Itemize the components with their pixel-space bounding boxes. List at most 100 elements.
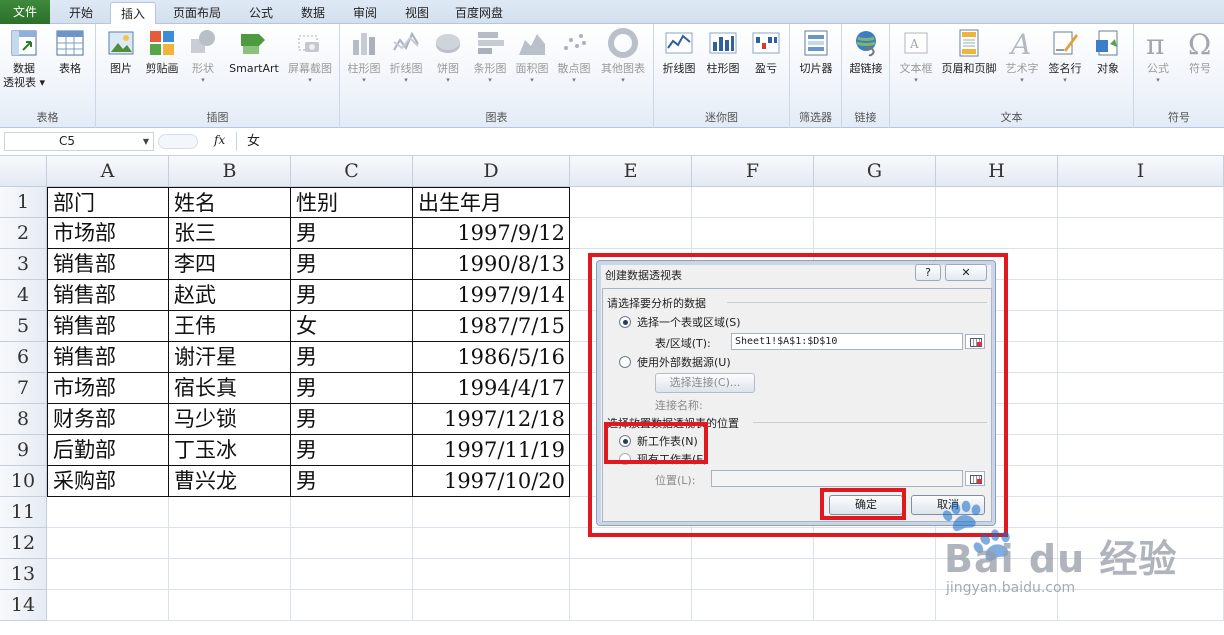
- cell-b12[interactable]: [169, 528, 291, 559]
- row-header-14[interactable]: 14: [0, 590, 47, 621]
- cell-g1[interactable]: [814, 187, 936, 218]
- wordart-button[interactable]: A 艺术字 ▾: [1002, 28, 1042, 84]
- cell-f14[interactable]: [692, 590, 814, 621]
- insert-function-icon[interactable]: fx: [214, 133, 225, 147]
- cell-i8[interactable]: [1058, 404, 1224, 435]
- cell-e14[interactable]: [570, 590, 692, 621]
- table-button[interactable]: 表格: [50, 28, 90, 76]
- cell-b9[interactable]: 丁玉冰: [169, 435, 291, 466]
- column-header-c[interactable]: C: [291, 156, 413, 187]
- cell-f1[interactable]: [692, 187, 814, 218]
- row-header-12[interactable]: 12: [0, 528, 47, 559]
- header-footer-button[interactable]: 页眉和页脚: [938, 28, 1000, 76]
- cell-c13[interactable]: [291, 559, 413, 590]
- cell-c11[interactable]: [291, 497, 413, 528]
- symbol-button[interactable]: Ω 符号: [1180, 28, 1220, 76]
- radio-external-source[interactable]: [619, 356, 631, 368]
- close-button[interactable]: ✕: [945, 264, 987, 281]
- cell-d1[interactable]: 出生年月: [413, 187, 570, 218]
- cell-a8[interactable]: 财务部: [47, 404, 169, 435]
- cell-c7[interactable]: 男: [291, 373, 413, 404]
- row-header-13[interactable]: 13: [0, 559, 47, 590]
- row-header-9[interactable]: 9: [0, 435, 47, 466]
- tab-review[interactable]: 审阅: [342, 2, 388, 24]
- cell-a13[interactable]: [47, 559, 169, 590]
- row-header-11[interactable]: 11: [0, 497, 47, 528]
- cell-b14[interactable]: [169, 590, 291, 621]
- cell-c3[interactable]: 男: [291, 249, 413, 280]
- area-chart-button[interactable]: 面积图 ▾: [512, 28, 552, 84]
- cell-d3[interactable]: 1990/8/13: [413, 249, 570, 280]
- row-header-4[interactable]: 4: [0, 280, 47, 311]
- column-header-d[interactable]: D: [413, 156, 570, 187]
- cell-c2[interactable]: 男: [291, 218, 413, 249]
- sparkline-column-button[interactable]: 柱形图: [702, 28, 744, 76]
- cell-b5[interactable]: 王伟: [169, 311, 291, 342]
- choose-connection-button[interactable]: 选择连接(C)...: [655, 373, 755, 393]
- tab-insert[interactable]: 插入: [110, 2, 156, 25]
- column-header-b[interactable]: B: [169, 156, 291, 187]
- row-header-1[interactable]: 1: [0, 187, 47, 218]
- cell-b3[interactable]: 李四: [169, 249, 291, 280]
- cell-i5[interactable]: [1058, 311, 1224, 342]
- location-input[interactable]: [711, 470, 963, 487]
- help-button[interactable]: ?: [915, 264, 941, 281]
- cell-i9[interactable]: [1058, 435, 1224, 466]
- column-chart-button[interactable]: 柱形图 ▾: [344, 28, 384, 84]
- cell-a1[interactable]: 部门: [47, 187, 169, 218]
- cell-i6[interactable]: [1058, 342, 1224, 373]
- sparkline-winloss-button[interactable]: 盈亏: [746, 28, 786, 76]
- name-box[interactable]: C5 ▼: [4, 132, 154, 151]
- cell-d6[interactable]: 1986/5/16: [413, 342, 570, 373]
- cell-d14[interactable]: [413, 590, 570, 621]
- chevron-down-icon[interactable]: ▼: [143, 133, 149, 150]
- column-header-e[interactable]: E: [570, 156, 692, 187]
- slicer-button[interactable]: 切片器: [794, 28, 838, 76]
- row-header-6[interactable]: 6: [0, 342, 47, 373]
- cell-c4[interactable]: 男: [291, 280, 413, 311]
- cell-e13[interactable]: [570, 559, 692, 590]
- cell-g2[interactable]: [814, 218, 936, 249]
- cell-c5[interactable]: 女: [291, 311, 413, 342]
- smartart-button[interactable]: SmartArt: [226, 28, 282, 76]
- cell-d13[interactable]: [413, 559, 570, 590]
- cell-h2[interactable]: [936, 218, 1058, 249]
- cell-d2[interactable]: 1997/9/12: [413, 218, 570, 249]
- cell-d4[interactable]: 1997/9/14: [413, 280, 570, 311]
- tab-baidu-netdisk[interactable]: 百度网盘: [446, 2, 512, 24]
- cell-c6[interactable]: 男: [291, 342, 413, 373]
- cell-a10[interactable]: 采购部: [47, 466, 169, 497]
- cell-b7[interactable]: 宿长真: [169, 373, 291, 404]
- cell-d12[interactable]: [413, 528, 570, 559]
- cell-c1[interactable]: 性别: [291, 187, 413, 218]
- cell-d10[interactable]: 1997/10/20: [413, 466, 570, 497]
- picture-button[interactable]: 图片: [102, 28, 140, 76]
- bar-chart-button[interactable]: 条形图 ▾: [470, 28, 510, 84]
- range-input[interactable]: Sheet1!$A$1:$D$10: [731, 333, 963, 350]
- row-header-8[interactable]: 8: [0, 404, 47, 435]
- formula-input[interactable]: 女: [236, 132, 1220, 151]
- pivot-table-button[interactable]: 数据 透视表 ▾: [2, 28, 46, 90]
- sparkline-line-button[interactable]: 折线图: [658, 28, 700, 76]
- cell-i1[interactable]: [1058, 187, 1224, 218]
- line-chart-button[interactable]: 折线图 ▾: [386, 28, 426, 84]
- tab-page-layout[interactable]: 页面布局: [164, 2, 230, 24]
- column-header-h[interactable]: H: [936, 156, 1058, 187]
- cell-f13[interactable]: [692, 559, 814, 590]
- cell-a6[interactable]: 销售部: [47, 342, 169, 373]
- cell-a9[interactable]: 后勤部: [47, 435, 169, 466]
- pie-chart-button[interactable]: 饼图 ▾: [428, 28, 468, 84]
- row-header-3[interactable]: 3: [0, 249, 47, 280]
- column-header-g[interactable]: G: [814, 156, 936, 187]
- row-header-5[interactable]: 5: [0, 311, 47, 342]
- signature-line-button[interactable]: 签名行 ▾: [1044, 28, 1086, 84]
- cell-b6[interactable]: 谢汗星: [169, 342, 291, 373]
- cell-g14[interactable]: [814, 590, 936, 621]
- cell-e2[interactable]: [570, 218, 692, 249]
- textbox-button[interactable]: A 文本框 ▾: [894, 28, 938, 84]
- tab-data[interactable]: 数据: [290, 2, 336, 24]
- column-header-a[interactable]: A: [47, 156, 169, 187]
- radio-select-range[interactable]: [619, 316, 631, 328]
- cell-c10[interactable]: 男: [291, 466, 413, 497]
- cell-b10[interactable]: 曹兴龙: [169, 466, 291, 497]
